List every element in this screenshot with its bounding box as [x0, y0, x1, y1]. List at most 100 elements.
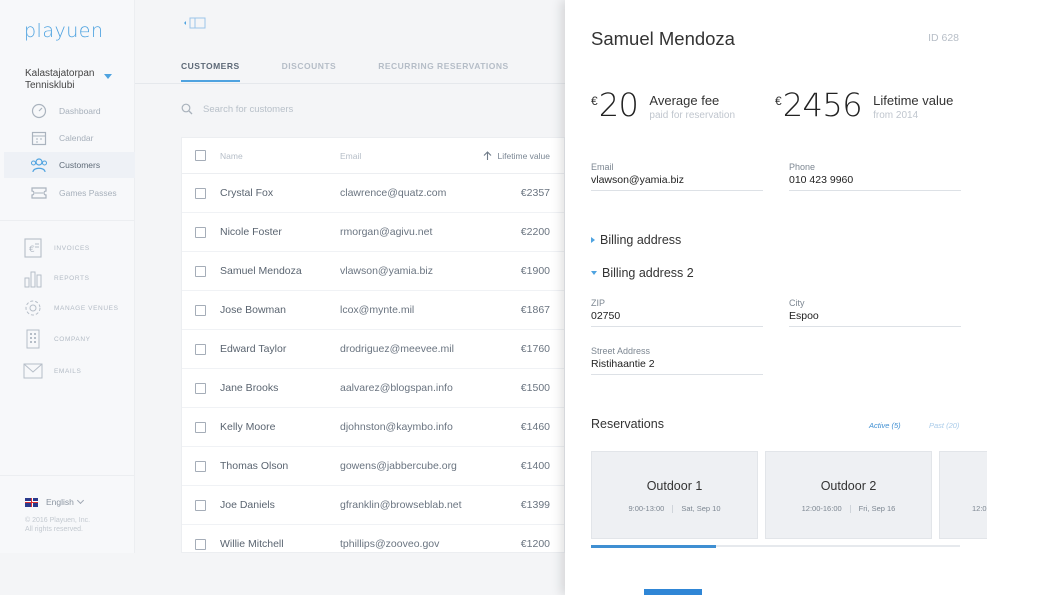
- average-fee-value: 20: [598, 86, 639, 124]
- sidebar-item-emails[interactable]: EMAILS: [22, 360, 81, 382]
- table-row[interactable]: Joe Daniels gfranklin@browseblab.net €1399: [182, 486, 564, 525]
- customer-email-cell: vlawson@yamia.biz: [340, 265, 433, 277]
- sidebar-item-reports[interactable]: REPORTS: [22, 267, 90, 289]
- customers-table: Name Email Lifetime value Crystal Fox cla…: [181, 137, 565, 553]
- sidebar-item-invoices[interactable]: € INVOICES: [22, 237, 90, 259]
- sidebar-item-games-passes[interactable]: Games Passes: [4, 180, 135, 206]
- copyright: © 2016 Playuen, Inc. All rights reserved…: [25, 516, 125, 534]
- field-value: 02750: [591, 310, 621, 322]
- customer-name-cell: Jose Bowman: [220, 304, 286, 316]
- reservation-card[interactable]: Outdoor 1 9:00-13:00 Sat, Sep 10: [591, 451, 758, 539]
- customer-name: Samuel Mendoza: [591, 28, 735, 49]
- app-logo[interactable]: playuen: [24, 20, 104, 42]
- building-icon: [22, 328, 44, 350]
- table-row[interactable]: Samuel Mendoza vlawson@yamia.biz €1900: [182, 252, 564, 291]
- search-input[interactable]: Search for customers: [181, 103, 293, 115]
- table-row[interactable]: Kelly Moore djohnston@kaymbo.info €1460: [182, 408, 564, 447]
- row-checkbox[interactable]: [195, 460, 206, 472]
- billing-address-2-toggle[interactable]: Billing address 2: [591, 266, 694, 280]
- row-checkbox[interactable]: [195, 538, 206, 550]
- chevron-down-icon[interactable]: [104, 74, 112, 79]
- table-row[interactable]: Jane Brooks aalvarez@blogspan.info €1500: [182, 369, 564, 408]
- reservations-scrollbar[interactable]: [591, 544, 960, 548]
- customer-value-cell: €2357: [520, 187, 550, 199]
- customer-name-cell: Willie Mitchell: [220, 538, 284, 550]
- average-fee-label: Average fee: [649, 93, 720, 108]
- reservations-title: Reservations: [591, 417, 664, 431]
- city-field[interactable]: City Espoo: [789, 298, 961, 327]
- column-header-name[interactable]: Name: [220, 151, 340, 161]
- reservation-meta: 12:00-16:00 Fri, Sep 16: [766, 504, 931, 514]
- sidebar-item-label: EMAILS: [54, 367, 82, 375]
- tab-recurring-reservations[interactable]: RECURRING RESERVATIONS: [378, 61, 509, 82]
- customer-value-cell: €1900: [520, 265, 550, 277]
- field-label: ZIP: [591, 298, 606, 308]
- sidebar-item-customers[interactable]: Customers: [4, 152, 135, 178]
- row-checkbox[interactable]: [195, 187, 206, 199]
- table-row[interactable]: Jose Bowman lcox@mynte.mil €1867: [182, 291, 564, 330]
- reservation-card[interactable]: 12:0: [939, 451, 987, 539]
- primary-action-button[interactable]: [644, 589, 702, 595]
- sidebar-item-company[interactable]: COMPANY: [22, 328, 91, 350]
- row-checkbox[interactable]: [195, 382, 206, 394]
- row-checkbox[interactable]: [195, 421, 206, 433]
- average-fee-sub: paid for reservation: [649, 110, 736, 121]
- club-selector[interactable]: Kalastajatorpan Tennisklubi: [25, 68, 115, 92]
- customer-email-cell: lcox@mynte.mil: [340, 304, 415, 316]
- table-row[interactable]: Thomas Olson gowens@jabbercube.org €1400: [182, 447, 564, 486]
- caret-right-icon: [591, 237, 595, 243]
- customer-value-cell: €1760: [520, 343, 550, 355]
- scrollbar-thumb[interactable]: [591, 544, 717, 548]
- reservation-card[interactable]: Outdoor 2 12:00-16:00 Fri, Sep 16: [765, 451, 932, 539]
- divider: [135, 83, 565, 84]
- customer-name-cell: Samuel Mendoza: [220, 265, 302, 277]
- customer-name-cell: Edward Taylor: [220, 343, 287, 355]
- reservation-time: 12:0: [972, 504, 987, 513]
- customer-value-cell: €1399: [520, 499, 550, 511]
- sidebar-item-label: Dashboard: [59, 106, 101, 116]
- divider: [0, 220, 135, 221]
- tab-customers[interactable]: CUSTOMERS: [181, 61, 240, 82]
- customer-value-cell: €1867: [520, 304, 550, 316]
- mail-icon: [22, 360, 44, 382]
- table-row[interactable]: Edward Taylor drodriguez@meevee.mil €1760: [182, 330, 564, 369]
- section-label: Billing address: [600, 233, 682, 247]
- row-checkbox[interactable]: [195, 499, 206, 511]
- customer-email-cell: gowens@jabbercube.org: [340, 460, 457, 472]
- zip-field[interactable]: ZIP 02750: [591, 298, 763, 327]
- customer-email-cell: tphillips@zooveo.gov: [340, 538, 440, 550]
- billing-address-toggle[interactable]: Billing address: [591, 233, 681, 247]
- table-row[interactable]: Nicole Foster rmorgan@agivu.net €2200: [182, 213, 564, 252]
- customer-value-cell: €1400: [520, 460, 550, 472]
- column-header-email[interactable]: Email: [340, 151, 480, 161]
- language-selector[interactable]: English: [25, 496, 84, 507]
- customer-id: ID 628: [928, 32, 959, 44]
- select-all-checkbox[interactable]: [195, 150, 206, 161]
- tab-discounts[interactable]: DISCOUNTS: [282, 61, 337, 82]
- customer-name-cell: Nicole Foster: [220, 226, 282, 238]
- customer-value-cell: €2200: [520, 226, 550, 238]
- copyright-line: © 2016 Playuen, Inc.: [25, 517, 91, 524]
- sidebar-toggle-button[interactable]: [181, 17, 207, 29]
- sidebar-item-label: MANAGE VENUES: [54, 304, 119, 312]
- past-reservations-link[interactable]: Past (20): [929, 421, 959, 430]
- column-header-lifetime-value[interactable]: Lifetime value: [460, 151, 550, 161]
- phone-field[interactable]: Phone 010 423 9960: [789, 162, 961, 191]
- street-address-field[interactable]: Street Address Ristihaantie 2: [591, 346, 763, 375]
- caret-down-icon: [591, 271, 597, 275]
- row-checkbox[interactable]: [195, 304, 206, 316]
- field-label: Street Address: [591, 346, 651, 356]
- row-checkbox[interactable]: [195, 226, 206, 238]
- table-row[interactable]: Willie Mitchell tphillips@zooveo.gov €1200: [182, 525, 564, 552]
- field-value: vlawson@yamia.biz: [591, 174, 684, 186]
- row-checkbox[interactable]: [195, 343, 206, 355]
- row-checkbox[interactable]: [195, 265, 206, 277]
- sidebar-item-calendar[interactable]: Calendar: [4, 125, 135, 151]
- lifetime-value-sub: from 2014: [873, 110, 919, 121]
- email-field[interactable]: Email vlawson@yamia.biz: [591, 162, 763, 191]
- active-reservations-link[interactable]: Active (5): [869, 421, 901, 430]
- table-row[interactable]: Crystal Fox clawrence@quatz.com €2357: [182, 174, 564, 213]
- sidebar-item-manage-venues[interactable]: MANAGE VENUES: [22, 297, 119, 319]
- sidebar-item-dashboard[interactable]: Dashboard: [4, 98, 135, 124]
- reports-icon: [22, 267, 44, 289]
